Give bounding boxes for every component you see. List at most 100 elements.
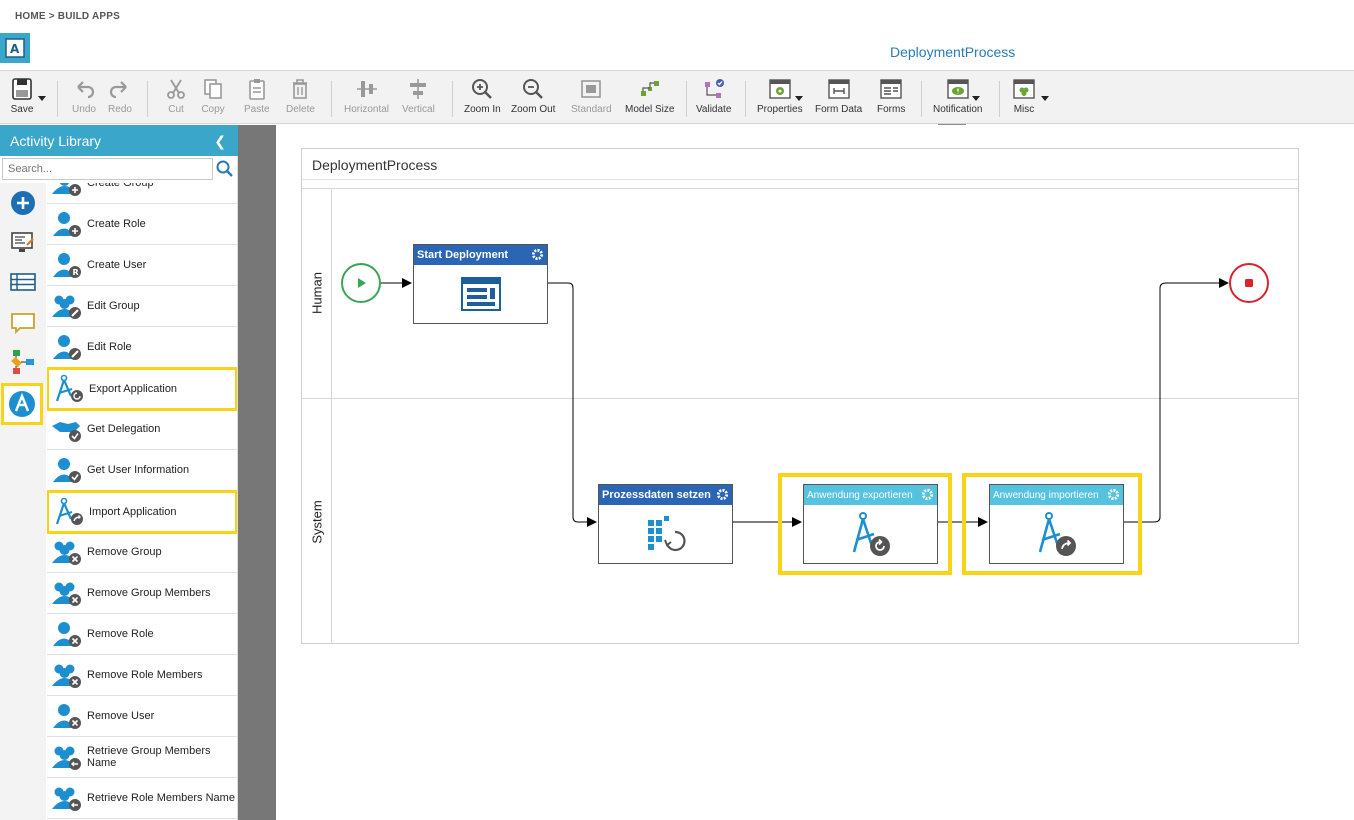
activity-item-label: Remove Group (87, 546, 162, 558)
horizontal-button[interactable]: Horizontal (344, 77, 389, 121)
horizontal-label: Horizontal (344, 104, 390, 115)
category-lists[interactable] (7, 266, 39, 298)
zoom-out-button[interactable]: Zoom Out (511, 77, 555, 121)
task-anwendung-exportieren[interactable]: Anwendung exportieren (803, 484, 938, 564)
properties-icon (769, 79, 791, 99)
activity-item[interactable]: Remove Group (47, 532, 237, 573)
task-header: Anwendung importieren (990, 485, 1123, 505)
activity-item-label: Get Delegation (87, 423, 161, 435)
misc-button[interactable]: Misc (1012, 77, 1036, 121)
task-start-deployment[interactable]: Start Deployment (413, 244, 548, 324)
model-size-icon (640, 81, 659, 96)
search-input[interactable] (2, 158, 213, 180)
activity-item[interactable]: Get Delegation (47, 409, 237, 450)
category-comments[interactable] (7, 307, 39, 339)
collapse-panel-icon[interactable]: ❮ (214, 133, 226, 150)
activity-item-label: Remove User (87, 710, 155, 722)
group-activity-icon (52, 746, 81, 770)
save-dropdown-caret[interactable] (38, 96, 46, 101)
stop-icon (1245, 279, 1253, 287)
delete-button[interactable]: Delete (286, 77, 315, 121)
cut-label: Cut (168, 104, 184, 115)
process-pool[interactable]: DeploymentProcess Human System Start Dep… (301, 148, 1299, 644)
form-data-icon (827, 79, 850, 99)
undo-button[interactable]: Undo (72, 77, 96, 121)
toolbar-divider (57, 81, 58, 117)
process-canvas[interactable]: DeploymentProcess Human System Start Dep… (238, 125, 1354, 820)
gear-icon[interactable] (716, 488, 729, 501)
activity-item[interactable]: Remove User (47, 696, 237, 737)
search-button[interactable] (215, 159, 235, 179)
activity-item[interactable]: Import Application (47, 490, 237, 534)
notification-dropdown-caret[interactable] (972, 96, 980, 101)
validate-label: Validate (696, 104, 732, 115)
activity-item[interactable]: Remove Role (47, 614, 237, 655)
start-event[interactable] (341, 263, 381, 303)
category-add[interactable] (7, 187, 39, 219)
activity-item[interactable]: Create Group (47, 183, 237, 204)
activity-item-label: Edit Group (87, 300, 140, 312)
redo-button[interactable]: Redo (108, 77, 132, 121)
activity-item[interactable]: Retrieve Role Members Name (47, 778, 237, 819)
toolbar-divider (745, 81, 746, 117)
category-apps[interactable] (1, 383, 43, 425)
activity-item[interactable]: Export Application (47, 367, 237, 411)
standard-button[interactable]: Standard (571, 77, 612, 121)
zoom-in-button[interactable]: Zoom In (464, 77, 501, 121)
user-activity-icon (53, 622, 81, 647)
copy-button[interactable]: Copy (201, 77, 225, 121)
save-button[interactable]: Save (10, 77, 34, 121)
activity-item[interactable]: Create Role (47, 204, 237, 245)
task-title: Prozessdaten setzen (602, 489, 711, 501)
task-header: Prozessdaten setzen (599, 485, 732, 505)
zoom-out-icon (523, 79, 544, 99)
save-icon (12, 78, 32, 100)
activity-library-panel: Activity Library ❮ Search... Create Grou… (0, 125, 238, 820)
misc-dropdown-caret[interactable] (1041, 96, 1049, 101)
app-builder-icon: A (5, 38, 25, 58)
category-forms[interactable] (7, 226, 39, 258)
forms-button[interactable]: Forms (877, 77, 905, 121)
workflow-icon (11, 350, 34, 374)
activity-item[interactable]: Edit Role (47, 327, 237, 368)
model-size-button[interactable]: Model Size (625, 77, 674, 121)
form-data-button[interactable]: Form Data (815, 77, 862, 121)
users2-activity-icon (52, 787, 81, 811)
activity-list: Create Group Create Role R Create User Edit … (47, 183, 237, 820)
svg-text:R: R (73, 268, 79, 277)
cut-button[interactable]: Cut (164, 77, 188, 121)
task-anwendung-importieren[interactable]: Anwendung importieren (989, 484, 1124, 564)
category-workflow[interactable] (7, 346, 39, 378)
activity-item[interactable]: Remove Group Members (47, 573, 237, 614)
undo-icon (77, 81, 95, 99)
category-rail (0, 183, 46, 820)
app-activity-icon (55, 497, 83, 525)
activity-item[interactable]: Retrieve Group Members Name (47, 737, 237, 778)
activity-item[interactable]: Edit Group (47, 286, 237, 327)
paste-button[interactable]: Paste (244, 77, 270, 121)
copy-label: Copy (201, 104, 225, 115)
gear-icon[interactable] (921, 488, 934, 501)
breadcrumb[interactable]: HOME > BUILD APPS (15, 11, 120, 22)
activity-item-label: Remove Role (87, 628, 154, 640)
gear-icon[interactable] (1107, 488, 1120, 501)
toolbar-divider (331, 81, 332, 117)
app-activity-icon (55, 374, 83, 402)
task-prozessdaten-setzen[interactable]: Prozessdaten setzen (598, 484, 733, 564)
gear-icon[interactable] (531, 248, 544, 261)
activity-item[interactable]: R Create User (47, 245, 237, 286)
app-icon[interactable]: A (0, 33, 30, 63)
align-horizontal-icon (356, 81, 377, 97)
activity-item[interactable]: Remove Role Members (47, 655, 237, 696)
validate-button[interactable]: Validate (696, 77, 731, 121)
end-event[interactable] (1229, 263, 1269, 303)
activity-item-label: Import Application (89, 506, 177, 518)
activity-item-label: Create User (87, 259, 147, 271)
standard-label: Standard (571, 104, 612, 115)
activity-item[interactable]: Get User Information (47, 450, 237, 491)
save-label: Save (10, 104, 34, 115)
vertical-button[interactable]: Vertical (402, 77, 435, 121)
properties-dropdown-caret[interactable] (795, 96, 803, 101)
toolbar-divider (686, 81, 687, 117)
redo-icon (109, 81, 127, 99)
